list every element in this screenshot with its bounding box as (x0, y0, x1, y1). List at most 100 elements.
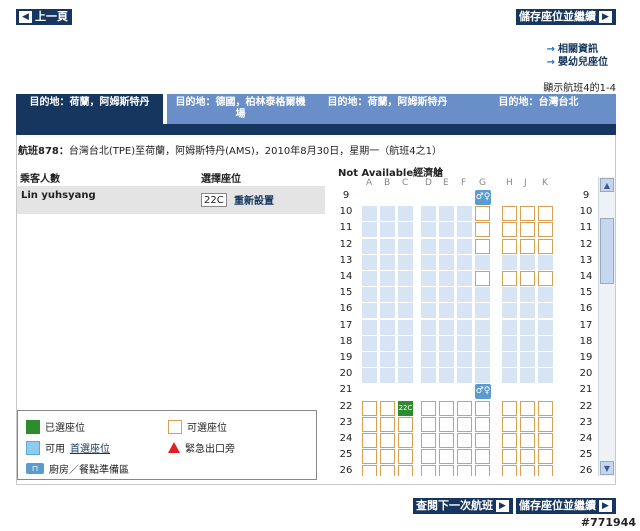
seat-12g[interactable] (475, 238, 490, 254)
seat-24j[interactable] (520, 433, 535, 448)
seat-13d (421, 254, 436, 270)
seat-22h[interactable] (502, 400, 517, 416)
seat-26c[interactable] (398, 465, 413, 476)
seat-22b[interactable] (380, 400, 395, 416)
seat-18d (421, 335, 436, 351)
seat-26f[interactable] (457, 465, 472, 476)
seat-22d[interactable] (421, 400, 436, 416)
row-number: 17 (339, 319, 353, 331)
seat-12j[interactable] (520, 238, 535, 254)
seat-20c (398, 368, 413, 384)
seat-25f[interactable] (457, 449, 472, 465)
row-number: 11 (339, 222, 353, 234)
seat-11h[interactable] (502, 222, 517, 238)
related-info-link[interactable]: → 相關資訊 (547, 43, 608, 56)
seat-24e[interactable] (439, 433, 454, 448)
seat-23h[interactable] (502, 416, 517, 432)
seat-25a[interactable] (362, 449, 377, 465)
seat-10g[interactable] (475, 206, 490, 222)
seat-24b[interactable] (380, 433, 395, 448)
seat-10j[interactable] (520, 206, 535, 222)
seat-11j[interactable] (520, 222, 535, 238)
seat-13f (457, 254, 472, 270)
seat-23a[interactable] (362, 416, 377, 432)
seat-25k[interactable] (538, 449, 553, 465)
seat-16e (439, 303, 454, 319)
save-continue-button-bottom[interactable]: 儲存座位並繼續 ▶ (516, 498, 616, 514)
seat-25c[interactable] (398, 449, 413, 465)
seat-25g[interactable] (475, 449, 490, 465)
seat-22f[interactable] (457, 400, 472, 416)
row-number: 20 (579, 368, 593, 380)
seat-11a (362, 222, 377, 238)
seat-23f[interactable] (457, 416, 472, 432)
seat-26h[interactable] (502, 465, 517, 476)
seat-26e[interactable] (439, 465, 454, 476)
save-continue-button-top[interactable]: 儲存座位並繼續 ▶ (516, 9, 616, 25)
infant-seat-link[interactable]: → 嬰幼兒座位 (547, 56, 608, 69)
seat-15g (475, 287, 490, 303)
seat-10h[interactable] (502, 206, 517, 222)
seat-14h[interactable] (502, 271, 517, 286)
seat-23c[interactable] (398, 416, 413, 432)
seat-17g (475, 319, 490, 335)
seatmap-scrollbar[interactable]: ▲ ▼ (598, 177, 615, 476)
seat-25e[interactable] (439, 449, 454, 465)
seat-23g[interactable] (475, 416, 490, 432)
seat-24k[interactable] (538, 433, 553, 448)
seat-26j[interactable] (520, 465, 535, 476)
scroll-up-icon[interactable]: ▲ (600, 178, 614, 192)
next-flight-button[interactable]: 查閱下一次航班 ▶ (413, 498, 513, 514)
seat-12k[interactable] (538, 238, 553, 254)
seat-14k[interactable] (538, 271, 553, 286)
arrow-icon: → (546, 57, 555, 68)
seat-24g[interactable] (475, 433, 490, 448)
seat-23k[interactable] (538, 416, 553, 432)
tab-flight-4[interactable]: 目的地：台灣台北 (461, 94, 616, 124)
seat-23b[interactable] (380, 416, 395, 432)
scroll-down-icon[interactable]: ▼ (600, 461, 614, 475)
seat-22j[interactable] (520, 400, 535, 416)
seat-10d (421, 206, 436, 222)
seat-26g[interactable] (475, 465, 490, 476)
seat-25b[interactable] (380, 449, 395, 465)
reset-link[interactable]: 重新設置 (234, 192, 274, 207)
back-button[interactable]: ◀ 上一頁 (16, 9, 72, 25)
seat-14g[interactable] (475, 271, 490, 286)
seat-24h[interactable] (502, 433, 517, 448)
scroll-thumb[interactable] (600, 218, 614, 284)
seat-24d[interactable] (421, 433, 436, 448)
seat-17k (538, 319, 553, 335)
seat-23j[interactable] (520, 416, 535, 432)
row-number: 16 (579, 303, 593, 315)
preferred-seat-link[interactable]: 首選座位 (70, 440, 110, 455)
seat-24a[interactable] (362, 433, 377, 448)
seat-25j[interactable] (520, 449, 535, 465)
seat-19h (502, 352, 517, 367)
seat-26a[interactable] (362, 465, 377, 476)
seat-22k[interactable] (538, 400, 553, 416)
tab-flight-3[interactable]: 目的地：荷蘭，阿姆斯特丹 (314, 94, 461, 124)
seat-24f[interactable] (457, 433, 472, 448)
tab-flight-2[interactable]: 目的地：德國，柏林泰格爾機場 (167, 94, 314, 124)
seat-12h[interactable] (502, 238, 517, 254)
seat-26b[interactable] (380, 465, 395, 476)
seat-11g[interactable] (475, 222, 490, 238)
seat-10k[interactable] (538, 206, 553, 222)
seat-22a[interactable] (362, 400, 377, 416)
seat-23d[interactable] (421, 416, 436, 432)
seat-22c[interactable]: 22C (398, 400, 413, 416)
seat-24c[interactable] (398, 433, 413, 448)
tab-flight-1[interactable]: 目的地：荷蘭，阿姆斯特丹 (16, 94, 163, 124)
seat-22e[interactable] (439, 400, 454, 416)
seat-11k[interactable] (538, 222, 553, 238)
seat-26k[interactable] (538, 465, 553, 476)
seat-22g[interactable] (475, 400, 490, 416)
row-number: 9 (342, 190, 350, 201)
seat-14j[interactable] (520, 271, 535, 286)
seat-field[interactable]: 22C (201, 193, 227, 207)
seat-25h[interactable] (502, 449, 517, 465)
seat-26d[interactable] (421, 465, 436, 476)
seat-25d[interactable] (421, 449, 436, 465)
seat-23e[interactable] (439, 416, 454, 432)
